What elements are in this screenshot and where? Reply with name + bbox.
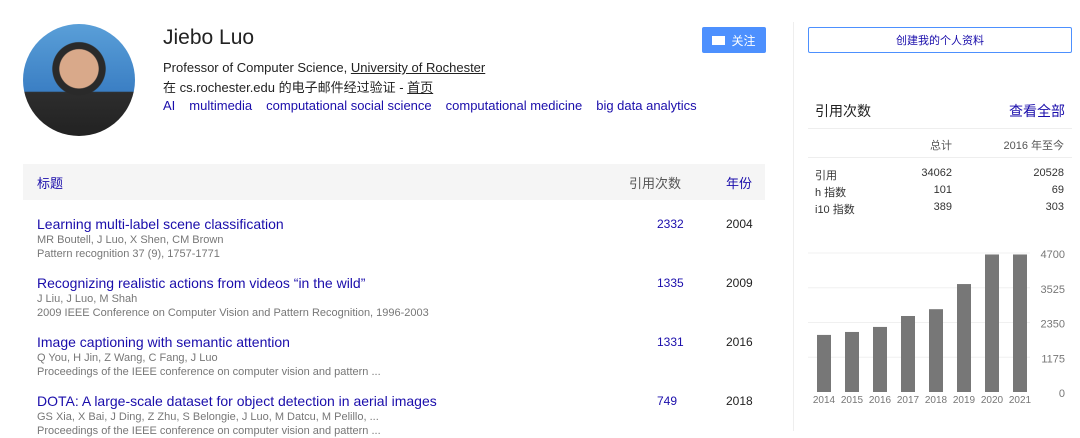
paper-venue: Proceedings of the IEEE conference on co… — [37, 366, 381, 378]
stat-since: 303 — [1045, 201, 1064, 213]
y-tick-label: 1175 — [1041, 353, 1065, 365]
y-tick-label: 3525 — [1041, 284, 1065, 296]
stat-label: 引用 — [815, 170, 837, 182]
interests: AI multimedia computational social scien… — [163, 98, 697, 113]
stat-since: 69 — [1051, 184, 1064, 196]
stat-label: i10 指数 — [815, 204, 855, 216]
stat-label: h 指数 — [815, 187, 847, 199]
y-tick-label: 0 — [1059, 388, 1065, 400]
stat-total: 34062 — [921, 167, 952, 179]
citations-bar-chart: 0 1175 2350 3525 4700 2014 2015 2016 2017 2018 201… — [808, 249, 1065, 406]
interest-link[interactable]: big data analytics — [596, 98, 696, 113]
follow-button[interactable]: 关注 — [702, 27, 766, 53]
x-tick-label: 2021 — [1009, 395, 1032, 406]
y-tick-label: 2350 — [1041, 319, 1065, 331]
paper-year: 2016 — [726, 335, 753, 349]
x-tick-label: 2018 — [925, 395, 948, 406]
create-profile-button[interactable]: 创建我的个人资料 — [808, 27, 1072, 53]
bar-2016 — [873, 326, 887, 392]
interest-link[interactable]: computational social science — [266, 98, 431, 113]
interest-link[interactable]: multimedia — [189, 98, 252, 113]
sort-cited[interactable]: 引用次数 — [629, 173, 681, 192]
affiliation-link[interactable]: University of Rochester — [351, 60, 485, 75]
divider — [808, 157, 1072, 158]
x-tick-label: 2015 — [841, 395, 864, 406]
table-header: 标题 引用次数 年份 — [23, 164, 765, 200]
paper-year: 2004 — [726, 217, 753, 231]
verified-email: 在 cs.rochester.edu 的电子邮件经过验证 - 首页 — [163, 77, 433, 96]
bar-2015 — [845, 331, 859, 392]
sort-year[interactable]: 年份 — [726, 173, 752, 192]
verified-text: 在 cs.rochester.edu 的电子邮件经过验证 - — [163, 80, 408, 95]
paper-venue: 2009 IEEE Conference on Computer Vision … — [37, 307, 429, 319]
paper-authors: GS Xia, X Bai, J Ding, Z Zhu, S Belongie… — [37, 411, 379, 423]
paper-year: 2018 — [726, 394, 753, 408]
bar-2014 — [817, 334, 831, 392]
homepage-link[interactable]: 首页 — [407, 80, 433, 95]
x-tick-label: 2016 — [869, 395, 892, 406]
bar-2020 — [985, 254, 999, 392]
paper-authors: Q You, H Jin, Z Wang, C Fang, J Luo — [37, 352, 218, 364]
column-divider — [793, 22, 794, 431]
divider — [808, 128, 1072, 129]
x-tick-label: 2019 — [953, 395, 976, 406]
interest-link[interactable]: AI — [163, 98, 175, 113]
bar-2019 — [957, 284, 971, 392]
paper-venue: Pattern recognition 37 (9), 1757-1771 — [37, 248, 220, 260]
table-row: DOTA: A large-scale dataset for object d… — [37, 393, 765, 438]
avatar — [23, 24, 135, 136]
envelope-icon — [712, 35, 726, 45]
table-row: Recognizing realistic actions from video… — [37, 275, 765, 320]
bar-2021 — [1013, 254, 1027, 392]
table-row: Image captioning with semantic attention… — [37, 334, 765, 379]
citations-title: 引用次数 — [815, 103, 871, 119]
x-tick-label: 2014 — [813, 395, 836, 406]
stat-total: 389 — [933, 201, 952, 213]
paper-authors: MR Boutell, J Luo, X Shen, CM Brown — [37, 234, 224, 246]
profile-name: Jiebo Luo — [163, 26, 255, 49]
bar-2018 — [929, 309, 943, 392]
x-tick-label: 2017 — [897, 395, 920, 406]
paper-title[interactable]: Recognizing realistic actions from video… — [37, 275, 765, 292]
paper-authors: J Liu, J Luo, M Shah — [37, 293, 138, 305]
stat-total: 101 — [933, 184, 952, 196]
stat-since: 20528 — [1033, 167, 1064, 179]
affiliation: Professor of Computer Science, Universit… — [163, 60, 485, 75]
paper-title[interactable]: DOTA: A large-scale dataset for object d… — [37, 393, 765, 410]
paper-title[interactable]: Image captioning with semantic attention — [37, 334, 765, 351]
paper-cited[interactable]: 1331 — [657, 335, 684, 349]
interest-link[interactable]: computational medicine — [446, 98, 583, 113]
paper-venue: Proceedings of the IEEE conference on co… — [37, 425, 381, 437]
view-all-link[interactable]: 查看全部 — [1009, 101, 1065, 121]
paper-title[interactable]: Learning multi-label scene classificatio… — [37, 216, 765, 233]
paper-cited[interactable]: 1335 — [657, 276, 684, 290]
affiliation-text: Professor of Computer Science, — [163, 60, 351, 75]
col-total: 总计 — [930, 140, 952, 152]
y-tick-label: 4700 — [1041, 249, 1065, 261]
paper-cited[interactable]: 749 — [657, 394, 677, 408]
paper-cited[interactable]: 2332 — [657, 217, 684, 231]
follow-label: 关注 — [731, 33, 756, 48]
x-tick-label: 2020 — [981, 395, 1004, 406]
bar-2017 — [901, 315, 915, 392]
table-row: Learning multi-label scene classificatio… — [37, 216, 765, 261]
col-since: 2016 年至今 — [1003, 140, 1064, 152]
sort-title[interactable]: 标题 — [37, 173, 63, 192]
paper-year: 2009 — [726, 276, 753, 290]
